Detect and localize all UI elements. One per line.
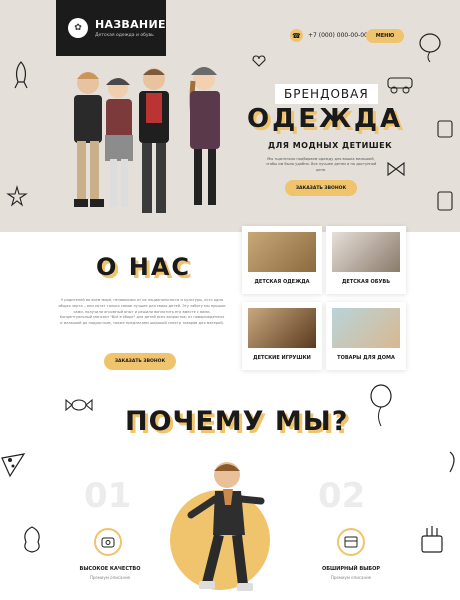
hero-text: Мы тщательно подбираем одежду для ваших …	[265, 157, 377, 172]
about-text: У родителей во всем мире, независимо от …	[58, 298, 226, 325]
balloon-icon	[419, 33, 441, 62]
phone-icon: ☎	[290, 29, 303, 42]
feature-number-2: 02	[318, 476, 366, 516]
brand-label: БРЕНДОВАЯ	[275, 84, 378, 104]
balloon-icon	[370, 384, 392, 427]
category-label: ДЕТСКАЯ ОБУВЬ	[341, 279, 391, 285]
about-call-button[interactable]: ЗАКАЗАТЬ ЗВОНОК	[104, 353, 176, 370]
car-icon	[387, 77, 413, 94]
category-toys[interactable]: ДЕТСКИЕ ИГРУШКИ	[242, 302, 322, 370]
feature-label-1: ВЫСОКОЕ КАЧЕСТВО	[79, 566, 141, 572]
quality-icon	[94, 528, 122, 556]
about-title: О НАС	[96, 253, 192, 281]
feature-number-1: 01	[84, 476, 132, 516]
category-shoes[interactable]: ДЕТСКАЯ ОБУВЬ	[326, 226, 406, 294]
category-label: ДЕТСКИЕ ИГРУШКИ	[253, 355, 311, 361]
bow-icon	[387, 161, 405, 177]
star-icon	[6, 185, 28, 207]
category-label: ДЕТСКАЯ ОДЕЖДА	[254, 279, 310, 285]
gift-icon	[449, 451, 455, 473]
cake-icon	[421, 526, 443, 553]
pizza-icon	[1, 453, 26, 478]
category-image	[332, 232, 400, 272]
hero-title: ОДЕЖДА	[247, 104, 404, 134]
category-image	[248, 232, 316, 272]
hero-subtitle: ДЛЯ МОДНЫХ ДЕТИШЕК	[268, 141, 393, 150]
feature-label-2: ОБШИРНЫЙ ВЫБОР	[321, 566, 381, 572]
category-clothes[interactable]: ДЕТСКАЯ ОДЕЖДА	[242, 226, 322, 294]
logo[interactable]: ✿ НАЗВАНИЕ Детская одежда и обувь	[56, 0, 166, 56]
candy-icon	[65, 398, 93, 412]
logo-subtitle: Детская одежда и обувь	[95, 33, 154, 38]
category-image	[248, 308, 316, 348]
train-icon	[437, 191, 453, 211]
logo-icon: ✿	[68, 18, 88, 38]
variety-icon	[337, 528, 365, 556]
logo-title: НАЗВАНИЕ	[95, 18, 166, 31]
category-image	[332, 308, 400, 348]
rocket-icon	[14, 61, 28, 89]
menu-button[interactable]: МЕНЮ	[366, 29, 404, 43]
child-photo	[187, 462, 265, 591]
toy-icon	[437, 120, 453, 138]
kids-photo	[74, 67, 220, 213]
feature-sub-1: Премиум описание	[89, 575, 131, 580]
phone-number: +7 (000) 000-00-00	[308, 32, 368, 39]
category-home[interactable]: ТОВАРЫ ДЛЯ ДОМА	[326, 302, 406, 370]
phone-link[interactable]: ☎ +7 (000) 000-00-00	[290, 29, 368, 42]
hero-call-button[interactable]: ЗАКАЗАТЬ ЗВОНОК	[285, 180, 357, 196]
hero-section: ✿ НАЗВАНИЕ Детская одежда и обувь ☎ +7 (…	[0, 0, 460, 232]
feature-sub-2: Премиум описание	[330, 575, 372, 580]
bear-icon	[24, 526, 40, 553]
heart-icon	[252, 55, 266, 67]
why-title: ПОЧЕМУ МЫ?	[125, 406, 349, 437]
category-label: ТОВАРЫ ДЛЯ ДОМА	[337, 355, 395, 361]
